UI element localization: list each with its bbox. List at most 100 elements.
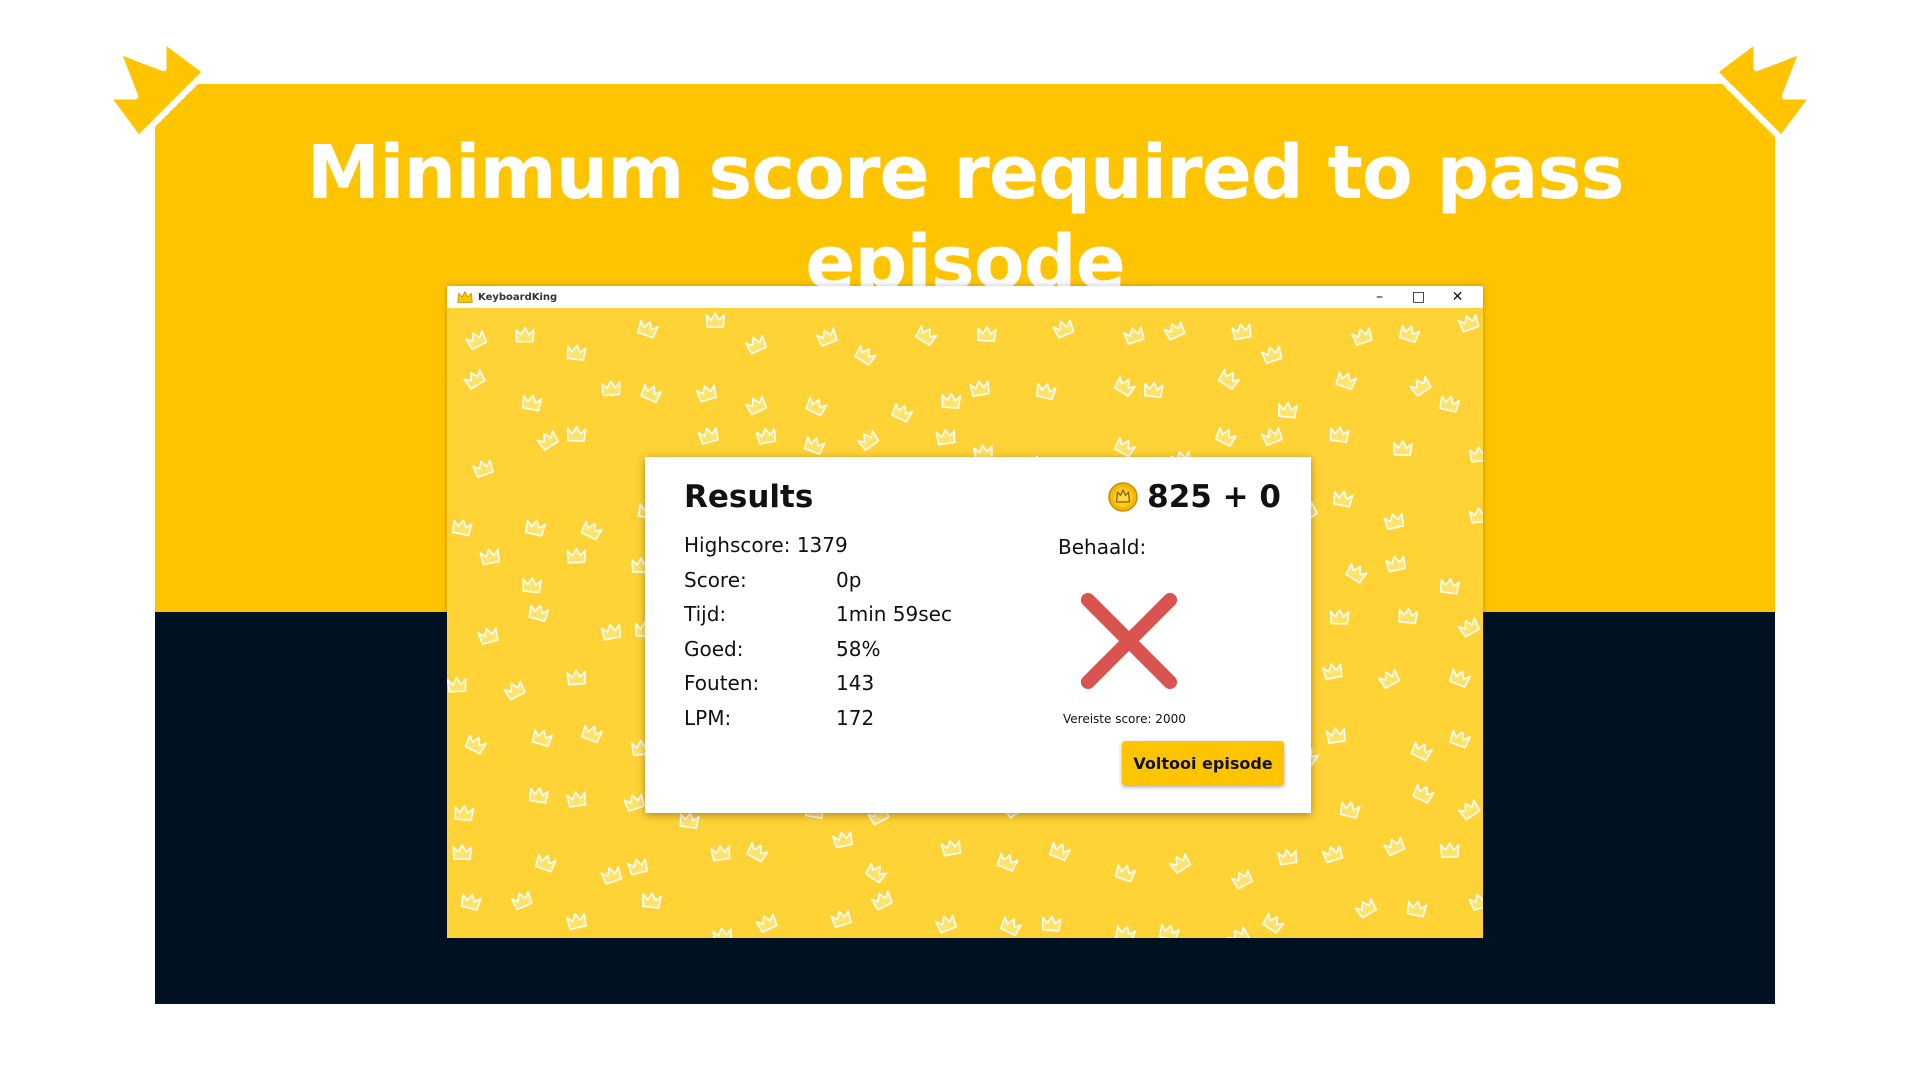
pattern-crown-icon (941, 392, 962, 409)
red-cross-icon (1080, 592, 1178, 690)
pattern-crown-icon (479, 548, 500, 566)
pattern-crown-icon (977, 326, 997, 343)
pattern-crown-icon (510, 890, 533, 911)
pattern-crown-icon (1049, 842, 1071, 862)
achieved-label: Behaald: (1058, 535, 1147, 559)
pattern-crown-icon (454, 805, 475, 822)
finish-episode-button[interactable]: Voltooi episode (1122, 741, 1284, 785)
corner-crown-left-icon (103, 36, 209, 142)
pattern-crown-icon (755, 427, 777, 445)
pattern-crown-icon (710, 844, 731, 862)
pattern-crown-icon (1449, 668, 1471, 688)
window-controls: – □ ✕ (1360, 286, 1477, 308)
window-title: KeyboardKing (478, 291, 558, 303)
pattern-crown-icon (477, 627, 499, 646)
pattern-crown-icon (1383, 836, 1406, 857)
pattern-crown-icon (452, 844, 473, 860)
stat-label: Score: (684, 568, 747, 592)
pattern-crown-icon (1114, 864, 1137, 883)
pattern-crown-icon (744, 395, 768, 416)
highscore-value: 1379 (796, 533, 848, 557)
pattern-crown-icon (1385, 555, 1406, 573)
pattern-crown-icon (521, 394, 543, 412)
pattern-crown-icon (580, 520, 603, 541)
pattern-crown-icon (1321, 845, 1344, 864)
pattern-crown-icon (566, 669, 586, 686)
pattern-crown-icon (1439, 578, 1460, 595)
pattern-crown-icon (1260, 345, 1283, 365)
pattern-crown-icon (565, 912, 587, 930)
pattern-crown-icon (641, 892, 662, 909)
minimize-button[interactable]: – (1360, 286, 1399, 308)
close-button[interactable]: ✕ (1438, 286, 1477, 308)
stat-value: 172 (836, 706, 875, 730)
pattern-crown-icon (1262, 912, 1285, 934)
pattern-crown-icon (705, 312, 726, 328)
pattern-crown-icon (697, 427, 719, 445)
coin-icon (1108, 482, 1138, 512)
pattern-crown-icon (465, 330, 488, 351)
coin-total: 825 + 0 (1147, 479, 1281, 515)
pattern-crown-icon (451, 519, 473, 537)
pattern-crown-icon (1231, 323, 1252, 341)
pattern-crown-icon (1114, 925, 1137, 938)
corner-crown-right-icon (1711, 36, 1817, 142)
pattern-crown-icon (744, 334, 767, 355)
pattern-crown-icon (528, 604, 550, 622)
pattern-crown-icon (915, 325, 938, 346)
results-title: Results (684, 479, 814, 515)
pattern-crown-icon (1113, 376, 1137, 397)
pattern-crown-icon (1168, 853, 1192, 874)
pattern-crown-icon (1325, 727, 1346, 744)
pattern-crown-icon (534, 853, 557, 873)
pattern-crown-icon (525, 519, 546, 537)
pattern-crown-icon (447, 676, 467, 693)
stat-value: 0p (836, 568, 862, 592)
pattern-crown-icon (623, 793, 645, 812)
pattern-crown-icon (1052, 319, 1075, 339)
highscore-label: Highscore: (684, 533, 791, 557)
stat-label: Fouten: (684, 671, 760, 695)
pattern-crown-icon (935, 914, 957, 934)
pattern-crown-icon (566, 547, 587, 564)
pattern-crown-icon (864, 862, 888, 884)
pattern-crown-icon (1163, 321, 1186, 341)
pattern-crown-icon (1113, 436, 1137, 458)
pattern-crown-icon (1260, 426, 1283, 447)
maximize-button[interactable]: □ (1399, 286, 1438, 308)
app-crown-icon (457, 290, 473, 303)
pattern-crown-icon (1329, 608, 1350, 625)
pattern-crown-icon (712, 927, 733, 938)
pattern-crown-icon (640, 383, 663, 404)
pattern-crown-icon (856, 429, 880, 451)
pattern-crown-icon (969, 380, 990, 397)
pattern-crown-icon (1277, 402, 1298, 419)
pattern-crown-icon (1214, 426, 1237, 447)
pattern-crown-icon (1041, 915, 1062, 932)
pattern-crown-icon (1439, 395, 1461, 413)
pattern-crown-icon (1398, 607, 1419, 625)
pattern-crown-icon (1230, 869, 1254, 890)
pattern-crown-icon (1332, 490, 1354, 508)
pattern-crown-icon (528, 787, 550, 804)
stat-label: LPM: (684, 706, 732, 730)
pattern-crown-icon (1457, 313, 1480, 333)
pattern-crown-icon (1123, 326, 1145, 345)
pattern-crown-icon (1468, 892, 1483, 912)
pattern-crown-icon (1335, 371, 1358, 391)
pattern-crown-icon (1393, 440, 1413, 457)
pattern-crown-icon (830, 909, 852, 929)
results-dialog: Results Highscore: 1379 Score: 0p Tijd: … (645, 457, 1311, 813)
pattern-crown-icon (626, 858, 649, 876)
pattern-crown-icon (1143, 381, 1164, 399)
pattern-crown-icon (1457, 617, 1481, 638)
pattern-crown-icon (891, 403, 914, 423)
pattern-crown-icon (1158, 923, 1180, 938)
pattern-crown-icon (1468, 507, 1483, 524)
pattern-crown-icon (746, 842, 769, 863)
pattern-crown-icon (1457, 799, 1481, 821)
stat-value: 58% (836, 637, 881, 661)
pattern-crown-icon (805, 396, 828, 417)
window-titlebar: KeyboardKing – □ ✕ (447, 286, 1483, 308)
pattern-crown-icon (463, 368, 486, 390)
